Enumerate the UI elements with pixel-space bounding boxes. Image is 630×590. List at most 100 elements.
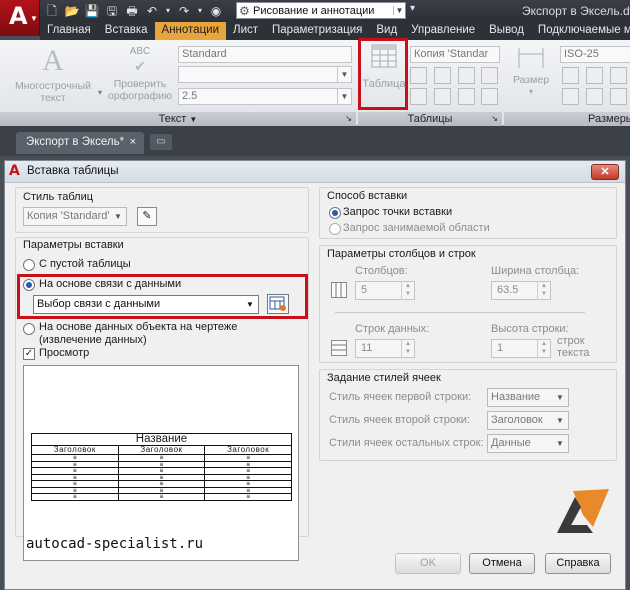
document-tab[interactable]: Экспорт в Эксель* × [16,132,144,154]
chevron-down-icon: ▼ [246,300,254,309]
table-icon [371,44,397,68]
undo-icon[interactable]: ↶ [144,3,160,19]
data-link-value: Выбор связи с данными [37,298,161,310]
columns-spinner[interactable]: 5 ▲ ▼ [355,281,415,300]
preview-checkbox[interactable]: ✓ [23,348,35,360]
radio-insert-area[interactable] [329,223,341,235]
dialog-title: Вставка таблицы [27,165,119,177]
mtext-label: Многострочный текст [14,80,91,104]
dim-tool-icon-5[interactable] [586,88,603,105]
ribbon: A Многострочный текст ▾ ABC ✔ Проверить … [0,38,630,126]
text-style-combo[interactable]: Standard [178,46,352,63]
spinner-arrows-icon[interactable]: ▲ ▼ [401,282,414,299]
redo-dropdown-icon[interactable]: ▾ [196,3,204,19]
print-icon[interactable]: 🖶 [124,3,140,19]
close-icon[interactable]: × [130,136,136,148]
data-rows-label: Строк данных: [355,323,430,335]
save-as-icon[interactable]: 🖫 [104,3,120,19]
redo-icon[interactable]: ↷ [176,3,192,19]
ribbon-tab[interactable]: Главная [40,22,98,40]
text-style-value: Standard [182,48,227,60]
open-folder-icon[interactable]: 📂 [64,3,80,19]
customize-qat-icon[interactable]: ▾ [410,3,415,14]
row-height-spinner[interactable]: 1 ▲ ▼ [491,339,551,358]
dimension-button[interactable]: Размер ▾ [506,46,556,98]
chevron-down-icon: ▼ [30,14,38,23]
radio-empty-table-label[interactable]: С пустой таблицы [39,258,131,270]
ok-button[interactable]: OK [395,553,461,574]
second-row-style-combo[interactable]: Заголовок ▼ [487,411,569,430]
dimensions-panel-label[interactable]: Размеры [504,112,630,126]
text-height-combo[interactable]: 2.5 ▼ [178,88,352,105]
spell-check-button[interactable]: ABC ✔ Проверить орфографию [104,46,176,102]
radio-data-link-label[interactable]: На основе связи с данными [39,278,181,290]
table-style-label: Стиль таблиц [23,191,94,203]
row-height-value: 1 [497,342,504,354]
radio-insert-area-label[interactable]: Запрос занимаемой области [343,222,490,234]
table-style-combo[interactable]: Копия 'Standard' ▼ [23,207,127,226]
table-style-combo[interactable]: Копия 'Standar [410,46,500,63]
preview-data-cell: ≡ [204,493,292,501]
window-title: Экспорт в Эксель.dw [522,4,630,18]
insert-row-icon[interactable] [458,67,475,84]
save-icon[interactable]: 💾 [84,3,100,19]
dim-tool-icon[interactable] [562,67,579,84]
dim-style-combo[interactable]: ISO-25 [560,46,630,63]
cancel-button[interactable]: Отмена [469,553,535,574]
ribbon-tab[interactable]: Вставка [98,22,155,40]
other-rows-style-combo[interactable]: Данные ▼ [487,434,569,453]
tables-panel-label[interactable]: Таблицы ↘ [358,112,502,126]
table-button[interactable]: Таблица [362,44,406,90]
ribbon-tab[interactable]: Лист [226,22,265,40]
new-tab-button[interactable]: ▭ [150,134,172,150]
mtext-button[interactable]: A Многострочный текст [8,44,98,105]
application-menu-button[interactable]: A ▼ [0,0,40,36]
extract-data-icon[interactable] [434,88,451,105]
table-button-label: Таблица [362,78,406,90]
ribbon-tab[interactable]: Управление [404,22,482,40]
radio-data-link[interactable] [23,279,35,291]
ribbon-tab[interactable]: Параметризация [265,22,369,40]
data-link-combo[interactable]: Выбор связи с данными ▼ [33,295,259,314]
table-style-dialog-button[interactable]: ✎ [137,207,157,226]
data-link-manager-button[interactable] [267,294,289,314]
undo-dropdown-icon[interactable]: ▾ [164,3,172,19]
help-button[interactable]: Справка [545,553,611,574]
dim-tool-icon-3[interactable] [610,67,627,84]
ribbon-tab[interactable]: Аннотации [154,22,227,40]
preview-label[interactable]: Просмотр [39,347,89,359]
dim-tool-icon-6[interactable] [610,88,627,105]
first-row-style-combo[interactable]: Название ▼ [487,388,569,407]
radio-insert-point-label[interactable]: Запрос точки вставки [343,206,452,218]
workspace-selector[interactable]: ⚙ Рисование и аннотации ▼ [236,2,406,19]
mtext-dropdown-icon[interactable]: ▾ [98,88,102,97]
spinner-arrows-icon[interactable]: ▲ ▼ [537,340,550,357]
text-panel-label[interactable]: Текст ▼ ↘ [0,112,356,126]
ribbon-tab[interactable]: Вывод [482,22,531,40]
text-a-icon: A [42,44,64,77]
spinner-arrows-icon[interactable]: ▲ ▼ [537,282,550,299]
panel-expand-icon: ↘ [491,114,498,123]
new-file-icon[interactable]: 🗋 [44,3,60,19]
radio-empty-table[interactable] [23,259,35,271]
col-width-spinner[interactable]: 63.5 ▲ ▼ [491,281,551,300]
close-button[interactable]: ✕ [591,164,619,180]
radio-insert-point[interactable] [329,207,341,219]
ribbon-tab[interactable]: Подключаемые мо [531,22,630,40]
spinner-arrows-icon[interactable]: ▲ ▼ [401,340,414,357]
radio-object-data-label[interactable]: На основе данных объекта на чертеже (изв… [39,321,301,347]
download-data-icon[interactable] [481,88,498,105]
merge-cells-icon[interactable] [410,67,427,84]
second-row-style-value: Заголовок [491,414,543,426]
upload-data-icon[interactable] [458,88,475,105]
dim-tool-icon-2[interactable] [586,67,603,84]
dim-tool-icon-4[interactable] [562,88,579,105]
link-data-icon[interactable] [410,88,427,105]
insert-column-icon[interactable] [481,67,498,84]
chevron-down-icon: ▼ [556,439,564,448]
cell-format-icon[interactable] [434,67,451,84]
radio-object-data[interactable] [23,323,35,335]
color-wheel-icon[interactable]: ◉ [208,3,224,19]
text-font-combo[interactable]: ▼ [178,66,352,83]
data-rows-spinner[interactable]: 11 ▲ ▼ [355,339,415,358]
